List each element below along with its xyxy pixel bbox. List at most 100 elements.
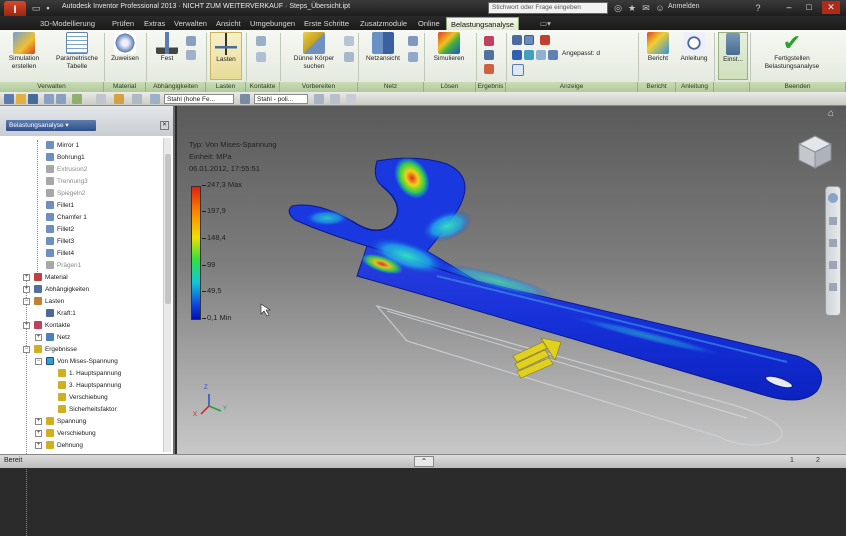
color-bar-icon[interactable] (524, 35, 534, 45)
help-icon[interactable]: ? (752, 2, 764, 14)
load-display-icon[interactable] (548, 50, 558, 60)
subscription-icon[interactable]: ★ (626, 2, 638, 14)
save-toolbar-icon[interactable] (28, 94, 38, 104)
browser-item[interactable]: Chamfer 1 (46, 212, 87, 224)
new-icon[interactable] (4, 94, 14, 104)
material-select[interactable]: Stahl (hohe Fe... (164, 94, 234, 104)
appearance-select[interactable]: Stahl - poli... (254, 94, 308, 104)
tree-expander[interactable]: + (23, 322, 30, 329)
tree-expander[interactable]: + (35, 334, 42, 341)
tree-expander[interactable]: + (23, 286, 30, 293)
browser-item[interactable]: Fillet3 (46, 236, 74, 248)
material-sphere-icon[interactable] (150, 94, 160, 104)
mesh-settings-icon[interactable] (408, 36, 418, 46)
frictionless-constraint-icon[interactable] (186, 50, 196, 60)
browser-item[interactable]: Fillet2 (46, 224, 74, 236)
tree-expander[interactable]: + (35, 430, 42, 437)
browser-item[interactable]: Von Mises-Spannung (46, 356, 118, 368)
open-icon[interactable]: ▭ (30, 2, 42, 14)
automatic-contact-icon[interactable] (256, 36, 266, 46)
same-scale-icon[interactable] (512, 35, 522, 45)
report-button[interactable]: Bericht (640, 32, 676, 63)
browser-item[interactable]: 3. Hauptspannung (58, 380, 121, 392)
viewcube-icon[interactable] (795, 132, 835, 172)
browser-item[interactable]: Kontakte (34, 320, 70, 332)
steering-wheel-icon[interactable] (828, 193, 838, 203)
tree-expander[interactable]: − (35, 358, 42, 365)
tab-view[interactable]: Ansicht (212, 17, 245, 30)
browser-close-icon[interactable]: ✕ (160, 121, 169, 130)
user-icon[interactable]: ☺ (654, 2, 666, 14)
browser-item[interactable]: Sicherheitsfaktor (58, 404, 117, 416)
communication-icon[interactable]: ✉ (640, 2, 652, 14)
tab-addins[interactable]: Zusatzmodule (356, 17, 411, 30)
home-view-icon[interactable]: ⌂ (825, 108, 837, 120)
appearance-icon[interactable] (240, 94, 250, 104)
browser-item[interactable]: Extrusion2 (46, 164, 87, 176)
tab-stress-analysis[interactable]: Belastungsanalyse (446, 17, 519, 30)
mesh-display-icon[interactable] (512, 64, 524, 76)
pan-icon[interactable] (829, 217, 837, 225)
tab-3d-modeling[interactable]: 3D-Modellierung (36, 17, 99, 30)
mesh-view-button[interactable]: Netzansicht (362, 32, 404, 63)
browser-item[interactable]: Abhängigkeiten (34, 284, 89, 296)
tab-tools[interactable]: Extras (140, 17, 169, 30)
simulate-button[interactable]: Simulieren (428, 32, 470, 63)
tree-expander[interactable]: + (35, 418, 42, 425)
probe-icon[interactable] (484, 50, 494, 60)
browser-item[interactable]: Ergebnisse (34, 344, 77, 356)
browser-item[interactable]: Prägen1 (46, 260, 81, 272)
tab-overflow-icon[interactable]: ▭▾ (536, 17, 555, 30)
browser-mode-dropdown[interactable]: Belastungsanalyse ▾ (6, 120, 96, 131)
undo-icon[interactable] (44, 94, 54, 104)
plot-icon[interactable] (484, 64, 494, 74)
guide-button[interactable]: Anleitung (676, 32, 712, 63)
redo-icon[interactable] (56, 94, 66, 104)
return-icon[interactable] (72, 94, 82, 104)
graphics-viewport[interactable]: Typ: Von Mises-Spannung Einheit: MPa 06.… (177, 106, 846, 454)
tree-expander[interactable]: + (23, 274, 30, 281)
wrench-stress-model[interactable] (177, 106, 846, 454)
animate-icon[interactable] (484, 36, 494, 46)
update-icon[interactable] (114, 94, 124, 104)
tab-get-started[interactable]: Erste Schritte (300, 17, 353, 30)
displacement-scale-select[interactable]: Angepasst: d (562, 50, 626, 58)
minimize-button[interactable]: – (780, 1, 798, 14)
loads-button[interactable]: Lasten (210, 32, 242, 80)
browser-item[interactable]: Spiegeln2 (46, 188, 85, 200)
tab-environments[interactable]: Umgebungen (246, 17, 299, 30)
close-button[interactable]: ✕ (822, 1, 840, 14)
contour-icon[interactable] (524, 50, 534, 60)
simplify-icon[interactable] (344, 36, 354, 46)
select-icon[interactable] (96, 94, 106, 104)
browser-item[interactable]: Fillet4 (46, 248, 74, 260)
panel-loads[interactable]: Lasten (206, 82, 246, 92)
browser-item[interactable]: Dehnung (46, 440, 83, 452)
fixed-constraint-button[interactable]: Fest (150, 32, 184, 63)
boundary-icon[interactable] (536, 50, 546, 60)
help-search-input[interactable]: Stichwort oder Frage eingeben (488, 2, 608, 14)
tab-online[interactable]: Online (414, 17, 444, 30)
tree-expander[interactable]: − (23, 346, 30, 353)
zoom-icon[interactable] (829, 239, 837, 247)
open-folder-icon[interactable] (16, 94, 26, 104)
browser-item[interactable]: Material (34, 272, 68, 284)
max-value-icon[interactable] (540, 35, 550, 45)
params-icon[interactable] (330, 94, 340, 104)
manual-contact-icon[interactable] (256, 52, 266, 62)
browser-item[interactable]: Verschiebung (58, 392, 108, 404)
browser-item[interactable]: Trennung3 (46, 176, 88, 188)
local-mesh-icon[interactable] (408, 52, 418, 62)
maximize-button[interactable]: □ (800, 1, 818, 14)
browser-item[interactable]: Bohrung1 (46, 152, 85, 164)
tab-manage[interactable]: Verwalten (170, 17, 211, 30)
browser-item[interactable]: Fillet1 (46, 200, 74, 212)
binoculars-icon[interactable]: ◎ (612, 2, 624, 14)
tab-inspect[interactable]: Prüfen (108, 17, 138, 30)
settings-button[interactable]: Einst... (718, 32, 748, 80)
parametric-table-button[interactable]: Parametrische Tabelle (50, 32, 104, 71)
sign-in-link[interactable]: Anmelden (668, 3, 700, 10)
create-simulation-button[interactable]: Simulation erstellen (2, 32, 46, 71)
shell-icon[interactable] (344, 52, 354, 62)
browser-item[interactable]: Mirror 1 (46, 140, 79, 152)
